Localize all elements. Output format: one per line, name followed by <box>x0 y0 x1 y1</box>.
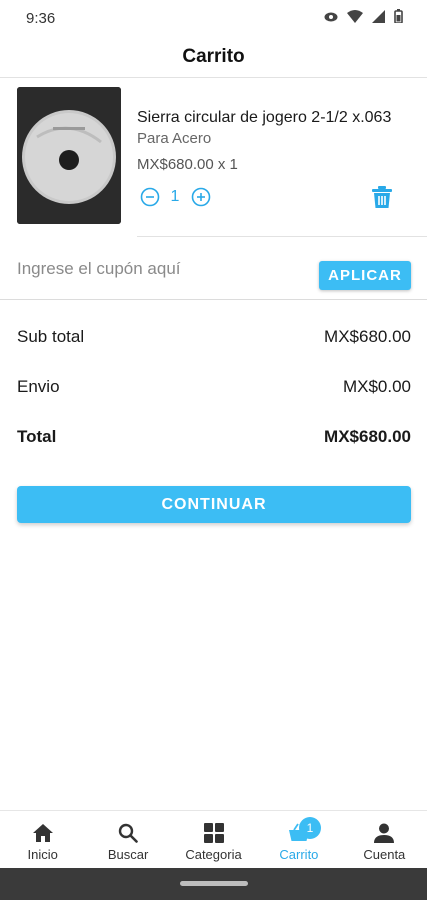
product-image[interactable] <box>17 87 121 224</box>
nav-item-cuenta[interactable]: Cuenta <box>342 811 427 868</box>
trash-icon <box>372 186 392 208</box>
nav-label-carrito: Carrito <box>279 847 319 862</box>
signal-icon <box>372 9 385 27</box>
shipping-label: Envio <box>17 377 60 396</box>
decrease-quantity-button[interactable] <box>139 186 160 207</box>
shipping-value: MX$0.00 <box>342 377 411 396</box>
search-icon <box>116 821 140 845</box>
battery-icon <box>394 9 403 27</box>
cart-item: Sierra circular de jogero 2-1/2 x.063 Pa… <box>0 86 427 226</box>
bottom-nav: Inicio Buscar Categoria 1 Carrito Cuenta <box>0 810 427 868</box>
product-name: Sierra circular de jogero 2-1/2 x.063 <box>137 109 392 126</box>
nav-label-inicio: Inicio <box>27 847 58 862</box>
apply-coupon-button[interactable]: APLICAR <box>319 261 411 290</box>
home-gesture-handle[interactable] <box>180 881 248 886</box>
nav-item-categoria[interactable]: Categoria <box>171 811 256 868</box>
person-icon <box>372 821 396 845</box>
product-subtitle: Para Acero <box>137 130 212 147</box>
status-time: 9:36 <box>26 9 56 27</box>
eye-icon <box>324 10 338 27</box>
plus-circle-icon <box>191 187 210 206</box>
minus-circle-icon <box>140 187 159 206</box>
coupon-row: APLICAR <box>0 246 427 300</box>
order-summary: Sub total MX$680.00 Envio MX$0.00 Total … <box>17 318 411 468</box>
shipping-row: Envio MX$0.00 <box>17 368 411 406</box>
nav-label-categoria: Categoria <box>185 847 242 862</box>
status-icons <box>324 9 403 27</box>
cart-badge: 1 <box>298 817 321 839</box>
coupon-input[interactable] <box>17 254 297 284</box>
nav-item-inicio[interactable]: Inicio <box>0 811 85 868</box>
page-title: Carrito <box>182 45 245 67</box>
nav-item-carrito[interactable]: 1 Carrito <box>256 811 341 868</box>
quantity-value: 1 <box>170 187 180 205</box>
item-divider <box>137 236 427 237</box>
app-bar: Carrito <box>0 36 427 78</box>
subtotal-row: Sub total MX$680.00 <box>17 318 411 356</box>
total-label: Total <box>17 427 57 446</box>
system-nav-bar <box>0 868 427 900</box>
continue-button[interactable]: CONTINUAR <box>17 486 411 523</box>
wifi-icon <box>347 9 363 27</box>
total-value: MX$680.00 <box>324 427 411 446</box>
quantity-stepper: 1 <box>139 186 211 207</box>
subtotal-label: Sub total <box>17 327 85 346</box>
nav-item-buscar[interactable]: Buscar <box>85 811 170 868</box>
status-bar: 9:36 <box>0 0 427 36</box>
basket-icon: 1 <box>287 817 321 845</box>
product-price: MX$680.00 x 1 <box>137 156 238 173</box>
total-row: Total MX$680.00 <box>17 418 411 456</box>
increase-quantity-button[interactable] <box>190 186 211 207</box>
nav-label-buscar: Buscar <box>107 847 149 862</box>
nav-label-cuenta: Cuenta <box>363 847 406 862</box>
grid-icon <box>202 821 226 845</box>
subtotal-value: MX$680.00 <box>324 327 411 346</box>
home-icon <box>31 821 55 845</box>
delete-item-button[interactable] <box>371 185 393 209</box>
